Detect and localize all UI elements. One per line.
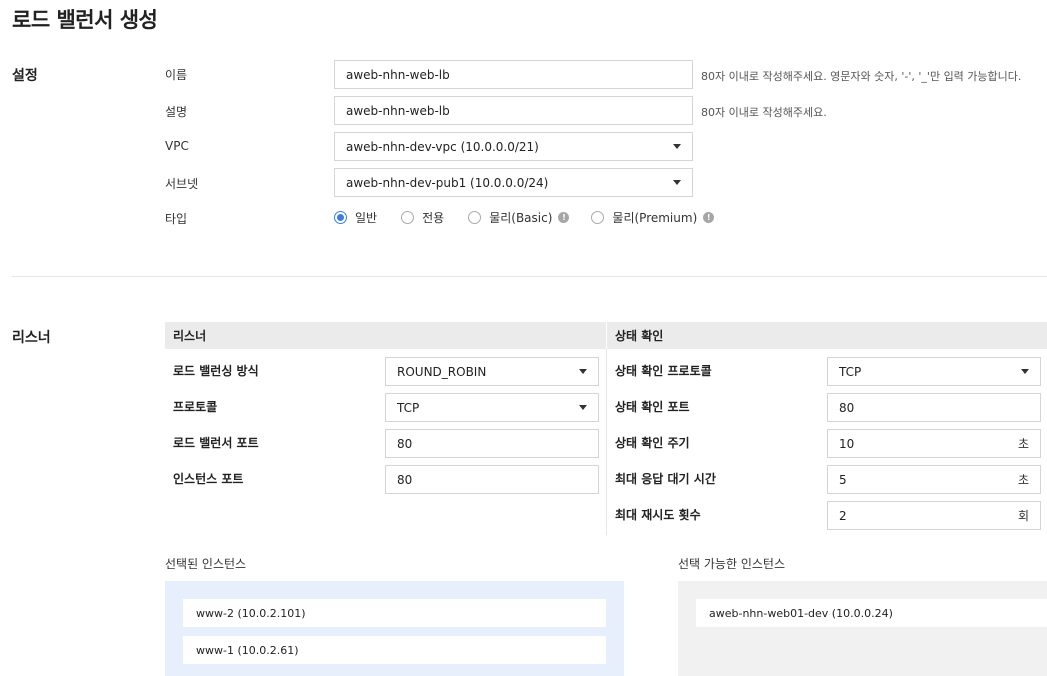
hc-protocol-label: 상태 확인 프로토콜 xyxy=(615,364,712,378)
type-radio-physical-basic[interactable]: 물리(Basic) ! xyxy=(468,209,591,226)
hc-timeout-label: 최대 응답 대기 시간 xyxy=(615,472,716,486)
algorithm-label: 로드 밸런싱 방식 xyxy=(173,364,259,378)
name-input[interactable]: aweb-nhn-web-lb xyxy=(334,60,693,89)
instance-port-value: 80 xyxy=(397,472,413,487)
type-radio-label: 전용 xyxy=(422,211,445,225)
instance-port-label: 인스턴스 포트 xyxy=(173,472,244,486)
subnet-select-value: aweb-nhn-dev-pub1 (10.0.0.0/24) xyxy=(346,175,549,190)
hc-port-input[interactable]: 80 xyxy=(827,393,1041,422)
selected-instances-list: www-2 (10.0.2.101) www-1 (10.0.2.61) xyxy=(165,581,624,676)
available-instances-list: aweb-nhn-web01-dev (10.0.0.24) xyxy=(678,581,1047,676)
listener-section-title: 리스너 xyxy=(12,330,51,346)
hc-interval-label: 상태 확인 주기 xyxy=(615,436,690,450)
hc-interval-value: 10 xyxy=(839,436,855,451)
lb-port-label: 로드 밸런서 포트 xyxy=(173,436,259,450)
subnet-label: 서브넷 xyxy=(165,177,199,191)
selected-instances-title: 선택된 인스턴스 xyxy=(165,557,247,571)
radio-checked-icon[interactable] xyxy=(334,211,347,224)
hc-interval-unit: 초 xyxy=(1017,437,1029,451)
type-radio-label: 일반 xyxy=(355,211,378,225)
description-hint: 80자 이내로 작성해주세요. xyxy=(701,106,827,119)
hc-timeout-value: 5 xyxy=(839,472,847,487)
chevron-down-icon xyxy=(673,180,681,185)
hc-retries-unit: 회 xyxy=(1017,509,1029,523)
selected-instance-item[interactable]: www-2 (10.0.2.101) xyxy=(183,599,606,627)
available-instance-item[interactable]: aweb-nhn-web01-dev (10.0.0.24) xyxy=(696,599,1047,627)
lb-port-input[interactable]: 80 xyxy=(385,429,599,458)
protocol-label: 프로토콜 xyxy=(173,400,218,414)
radio-unchecked-icon[interactable] xyxy=(591,211,605,224)
type-label: 타입 xyxy=(165,212,188,226)
type-radio-general[interactable]: 일반 xyxy=(334,209,383,226)
description-label: 설명 xyxy=(165,105,188,119)
vpc-label: VPC xyxy=(165,139,189,153)
instance-port-input[interactable]: 80 xyxy=(385,465,599,494)
lb-port-value: 80 xyxy=(397,436,413,451)
hc-interval-input[interactable]: 10 초 xyxy=(827,429,1041,458)
hc-port-value: 80 xyxy=(839,400,855,415)
hc-retries-value: 2 xyxy=(839,508,847,523)
name-input-value: aweb-nhn-web-lb xyxy=(346,67,450,82)
protocol-select[interactable]: TCP xyxy=(385,393,599,422)
panel-divider xyxy=(606,349,607,535)
vpc-select-value: aweb-nhn-dev-vpc (10.0.0.0/21) xyxy=(346,139,539,154)
chevron-down-icon xyxy=(579,369,587,374)
name-hint: 80자 이내로 작성해주세요. 영문자와 숫자, '-', '_'만 입력 가능… xyxy=(701,70,1022,83)
chevron-down-icon xyxy=(1021,369,1029,374)
subnet-select[interactable]: aweb-nhn-dev-pub1 (10.0.0.0/24) xyxy=(334,168,693,197)
hc-timeout-input[interactable]: 5 초 xyxy=(827,465,1041,494)
listener-panel-header: 리스너 xyxy=(165,322,606,349)
name-label: 이름 xyxy=(165,68,188,82)
hc-retries-input[interactable]: 2 회 xyxy=(827,501,1041,530)
algorithm-select[interactable]: ROUND_ROBIN xyxy=(385,357,599,386)
type-radio-label: 물리(Premium) xyxy=(612,211,698,225)
selected-instance-item[interactable]: www-1 (10.0.2.61) xyxy=(183,636,606,664)
section-divider xyxy=(12,276,1047,277)
health-check-panel-header: 상태 확인 xyxy=(607,322,1047,349)
vpc-select[interactable]: aweb-nhn-dev-vpc (10.0.0.0/21) xyxy=(334,132,693,161)
hc-timeout-unit: 초 xyxy=(1017,473,1029,487)
hc-protocol-select-value: TCP xyxy=(839,364,862,379)
radio-unchecked-icon[interactable] xyxy=(401,211,415,224)
protocol-select-value: TCP xyxy=(397,400,420,415)
type-radio-physical-premium[interactable]: 물리(Premium) ! xyxy=(591,209,715,226)
chevron-down-icon xyxy=(673,144,681,149)
description-input[interactable]: aweb-nhn-web-lb xyxy=(334,96,693,125)
info-icon[interactable]: ! xyxy=(703,212,715,223)
type-radio-group: 일반 전용 물리(Basic) ! 물리(Premium) ! xyxy=(334,209,715,226)
algorithm-select-value: ROUND_ROBIN xyxy=(397,364,487,379)
description-input-value: aweb-nhn-web-lb xyxy=(346,103,450,118)
type-radio-label: 물리(Basic) xyxy=(489,211,553,225)
chevron-down-icon xyxy=(579,405,587,410)
available-instances-title: 선택 가능한 인스턴스 xyxy=(678,557,785,571)
page-title: 로드 밸런서 생성 xyxy=(12,8,158,32)
hc-port-label: 상태 확인 포트 xyxy=(615,400,690,414)
hc-protocol-select[interactable]: TCP xyxy=(827,357,1041,386)
info-icon[interactable]: ! xyxy=(558,212,570,223)
radio-unchecked-icon[interactable] xyxy=(468,211,482,224)
hc-retries-label: 최대 재시도 횟수 xyxy=(615,508,701,522)
type-radio-dedicated[interactable]: 전용 xyxy=(401,209,450,226)
settings-section-title: 설정 xyxy=(12,68,38,84)
